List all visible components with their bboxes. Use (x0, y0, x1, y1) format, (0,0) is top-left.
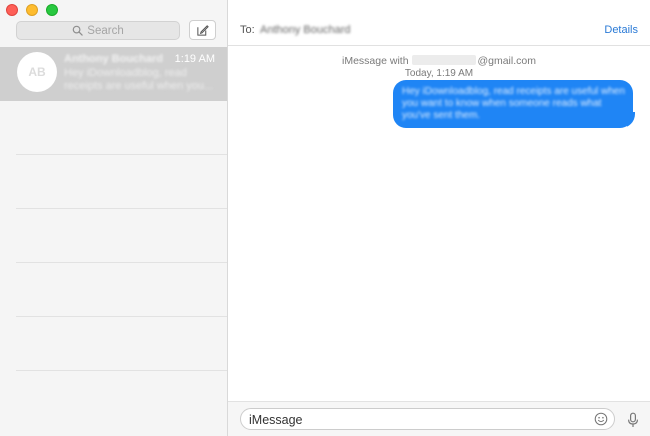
list-divider (16, 317, 227, 371)
minimize-window-button[interactable] (26, 4, 38, 16)
conversation-header: To: Anthony Bouchard Details (228, 0, 650, 46)
avatar: AB (17, 52, 57, 92)
search-field[interactable]: Search (16, 21, 180, 40)
conversation-pane: To: Anthony Bouchard Details iMessage wi… (228, 0, 650, 436)
message-text: Hey iDownloadblog, read receipts are use… (402, 86, 625, 121)
microphone-icon[interactable] (625, 412, 641, 428)
zoom-window-button[interactable] (46, 4, 58, 16)
conversation-name: Anthony Bouchard (64, 53, 163, 65)
list-divider (16, 155, 227, 209)
to-label: To: (240, 24, 255, 36)
details-button[interactable]: Details (604, 24, 638, 36)
message-input[interactable]: iMessage (240, 408, 615, 430)
message-timestamp: Today, 1:19 AM (404, 68, 474, 79)
window-controls (6, 4, 58, 16)
composer-bar: iMessage (228, 401, 650, 436)
list-divider (16, 209, 227, 263)
search-icon (72, 25, 84, 36)
sent-message-bubble[interactable]: Hey iDownloadblog, read receipts are use… (393, 80, 633, 128)
list-divider (16, 101, 227, 155)
redacted-email (412, 55, 477, 65)
conversation-preview: Hey iDownloadblog, read receipts are use… (64, 67, 214, 92)
message-input-placeholder: iMessage (249, 413, 303, 427)
conversation-item-selected[interactable]: AB Anthony Bouchard 1:19 AM Hey iDownloa… (0, 47, 227, 101)
compose-icon (197, 24, 209, 36)
conversation-list: AB Anthony Bouchard 1:19 AM Hey iDownloa… (0, 47, 227, 371)
close-window-button[interactable] (6, 4, 18, 16)
messages-window: Search AB Anthony Bouchard 1:19 AM Hey i… (0, 0, 650, 436)
list-divider (16, 263, 227, 317)
bubble-tail (627, 112, 641, 128)
email-suffix: @gmail.com (477, 55, 536, 67)
conversation-time: 1:19 AM (174, 53, 215, 65)
imessage-header: iMessage with @gmail.com (228, 55, 650, 67)
compose-button[interactable] (189, 20, 216, 40)
search-placeholder: Search (87, 24, 124, 37)
sidebar: Search AB Anthony Bouchard 1:19 AM Hey i… (0, 0, 228, 436)
emoji-icon[interactable] (594, 412, 608, 426)
imessage-prefix: iMessage with (342, 55, 409, 67)
recipient-name[interactable]: Anthony Bouchard (260, 24, 351, 36)
